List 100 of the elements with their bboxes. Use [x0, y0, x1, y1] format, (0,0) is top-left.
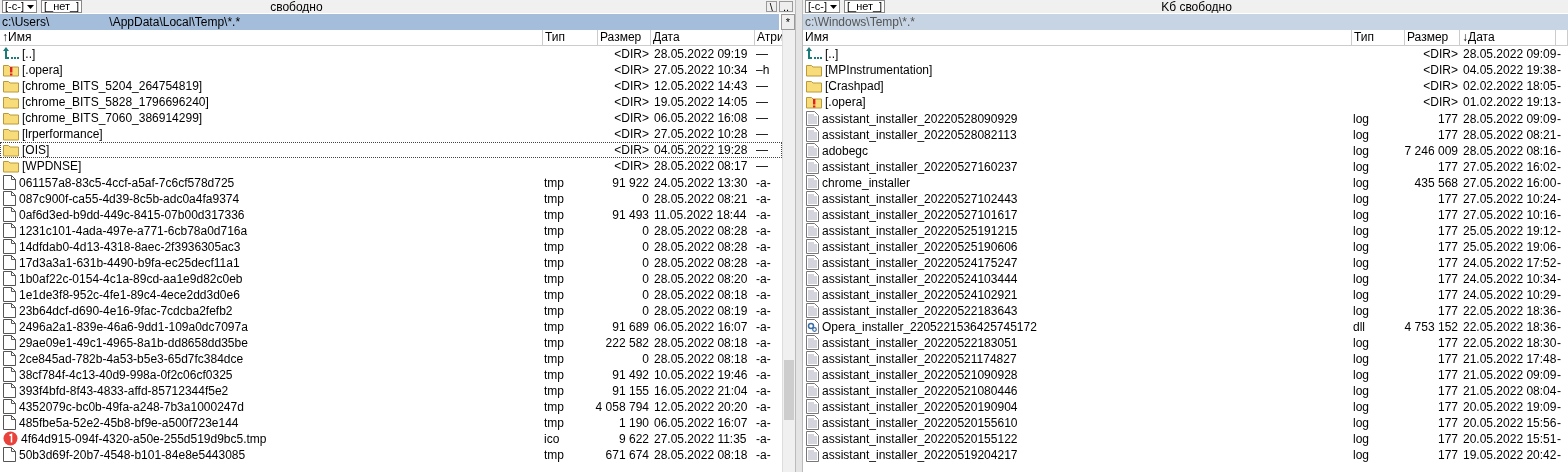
- file-row[interactable]: assistant_installer_20220527102443 log 177 27.05.2022 10:24-: [803, 190, 1568, 206]
- file-row[interactable]: 38cf784f-4c13-40d9-998a-0f2c06cf0325 tmp 91 492 10.05.2022 19:46 -a-: [0, 366, 782, 382]
- file-type: log: [1353, 191, 1369, 206]
- file-attributes: -a-: [756, 175, 771, 190]
- file-row[interactable]: [OIS] <DIR> 04.05.2022 19:28 —: [0, 142, 782, 158]
- toolbar-button[interactable]: \: [765, 1, 777, 12]
- file-date: 28.05.2022 08:18: [654, 447, 748, 462]
- file-attributes: -a-: [756, 191, 771, 206]
- file-row[interactable]: chrome_installer log 435 568 27.05.2022 16:00-: [803, 174, 1568, 190]
- column-header[interactable]: Имя: [803, 30, 1352, 45]
- file-row[interactable]: 2496a2a1-839e-46a6-9dd1-109a0dc7097a tmp 91 689 06.05.2022 16:07 -a-: [0, 318, 782, 334]
- column-header[interactable]: Дата: [651, 30, 755, 45]
- file-attributes: -: [1557, 447, 1561, 462]
- file-row[interactable]: [.opera] <DIR> 01.02.2022 19:13-: [803, 94, 1568, 110]
- file-name: assistant_installer_20220528090929: [822, 111, 1018, 126]
- toolbar-button[interactable]: ..: [778, 1, 793, 12]
- file-row[interactable]: 485fbe5a-52e2-45b8-bf9e-a500f723e144 tmp 1 190 06.05.2022 16:07 -a-: [0, 414, 782, 430]
- file-row[interactable]: assistant_installer_20220522183051 log 177 22.05.2022 18:30-: [803, 334, 1568, 350]
- file-row[interactable]: 393f4bfd-8f43-4833-affd-85712344f5e2 tmp 91 155 16.05.2022 21:04 -a-: [0, 382, 782, 398]
- file-row[interactable]: assistant_installer_20220521174827 log 177 21.05.2022 17:48-: [803, 350, 1568, 366]
- drive-dropdown[interactable]: [-c-]: [2, 0, 37, 13]
- file-row[interactable]: [..] <DIR> 28.05.2022 09:19 —: [0, 46, 782, 62]
- file-name: assistant_installer_20220519204217: [822, 447, 1018, 462]
- file-name: 1e1de3f8-952c-4fe1-89c4-4ece2dd3d0e6: [19, 287, 240, 302]
- file-row[interactable]: [WPDNSE] <DIR> 28.05.2022 08:17 —: [0, 158, 782, 174]
- file-row[interactable]: [.opera] <DIR> 27.05.2022 10:34 –h: [0, 62, 782, 78]
- file-row[interactable]: [MPInstrumentation] <DIR> 04.05.2022 19:38-: [803, 62, 1568, 78]
- text-file-icon: [806, 431, 819, 446]
- file-icon: [3, 399, 16, 414]
- file-row[interactable]: 14dfdab0-4d13-4318-8aec-2f3936305ac3 tmp 0 28.05.2022 08:28 -a-: [0, 238, 782, 254]
- caret-icon: [26, 4, 34, 9]
- file-row[interactable]: assistant_installer_20220520155122 log 177 20.05.2022 15:51-: [803, 430, 1568, 446]
- column-header[interactable]: ↓Дата: [1460, 30, 1556, 45]
- file-row[interactable]: assistant_installer_20220520155610 log 177 20.05.2022 15:56-: [803, 414, 1568, 430]
- file-row[interactable]: 087c900f-ca55-4d39-8c5b-adc0a4fa9374 tmp 0 28.05.2022 08:21 -a-: [0, 190, 782, 206]
- file-row[interactable]: 2ce845ad-782b-4a53-b5e3-65d7fc384dce tmp 0 28.05.2022 08:18 -a-: [0, 350, 782, 366]
- file-row[interactable]: assistant_installer_20220527101617 log 177 27.05.2022 10:16-: [803, 206, 1568, 222]
- file-attributes: -: [1557, 159, 1561, 174]
- file-row[interactable]: 29ae09e1-49c1-4965-8a1b-dd8658dd35be tmp 222 582 28.05.2022 08:18 -a-: [0, 334, 782, 350]
- file-row[interactable]: 1231c101-4ada-497e-a771-6cb78a0d716a tmp 0 28.05.2022 08:28 -a-: [0, 222, 782, 238]
- file-date: 27.05.2022 10:34: [654, 63, 748, 77]
- file-row[interactable]: 1e1de3f8-952c-4fe1-89c4-4ece2dd3d0e6 tmp 0 28.05.2022 08:18 -a-: [0, 286, 782, 302]
- file-row[interactable]: assistant_installer_20220524102921 log 177 24.05.2022 10:29-: [803, 286, 1568, 302]
- panel-splitter[interactable]: [795, 0, 803, 472]
- file-row[interactable]: [..] <DIR> 28.05.2022 09:09-: [803, 46, 1568, 62]
- drive-dropdown[interactable]: [-c-]: [805, 0, 840, 13]
- file-row[interactable]: Opera_installer_2205221536425745172 dll 4 753 152 22.05.2022 18:36-: [803, 318, 1568, 334]
- file-row[interactable]: 4f64d915-094f-4320-a50e-255d519d9bc5.tmp ico 9 622 27.05.2022 11:35 -a-: [0, 430, 782, 446]
- file-row[interactable]: 17d3a3a1-631b-4490-b9fa-ec25decf11a1 tmp 0 28.05.2022 08:28 -a-: [0, 254, 782, 270]
- filter-button[interactable]: *: [781, 14, 795, 30]
- file-row[interactable]: assistant_installer_20220521080446 log 177 21.05.2022 08:04-: [803, 382, 1568, 398]
- file-row[interactable]: assistant_installer_20220525190606 log 177 25.05.2022 19:06-: [803, 238, 1568, 254]
- file-row[interactable]: assistant_installer_20220521090928 log 177 21.05.2022 09:09-: [803, 366, 1568, 382]
- file-date: 21.05.2022 17:48: [1463, 351, 1557, 366]
- file-row[interactable]: assistant_installer_20220522183643 log 177 22.05.2022 18:36-: [803, 302, 1568, 318]
- file-attributes: -a-: [756, 447, 771, 462]
- file-attributes: —: [756, 95, 768, 109]
- file-type: tmp: [544, 191, 564, 206]
- file-icon: [3, 255, 16, 270]
- file-type: log: [1353, 143, 1369, 158]
- file-size: <DIR>: [1423, 79, 1458, 93]
- column-header[interactable]: Тип: [543, 30, 598, 45]
- file-row[interactable]: [Crashpad] <DIR> 02.02.2022 18:05-: [803, 78, 1568, 94]
- file-date: 19.05.2022 20:42: [1463, 447, 1557, 462]
- text-file-icon: [806, 399, 819, 414]
- file-row[interactable]: assistant_installer_20220524175247 log 177 24.05.2022 17:52-: [803, 254, 1568, 270]
- file-row[interactable]: 061157a8-83c5-4ccf-a5af-7c6cf578d725 tmp 91 922 24.05.2022 13:30 -a-: [0, 174, 782, 190]
- file-size: 177: [1437, 287, 1458, 302]
- file-row[interactable]: assistant_installer_20220525191215 log 177 25.05.2022 19:12-: [803, 222, 1568, 238]
- file-name: [..]: [825, 47, 839, 61]
- file-row[interactable]: adobegc log 7 246 009 28.05.2022 08:16-: [803, 142, 1568, 158]
- file-row[interactable]: assistant_installer_20220528082113 log 177 28.05.2022 08:21-: [803, 126, 1568, 142]
- file-row[interactable]: assistant_installer_20220524103444 log 177 24.05.2022 10:34-: [803, 270, 1568, 286]
- file-row[interactable]: assistant_installer_20220528090929 log 177 28.05.2022 09:09-: [803, 110, 1568, 126]
- file-row[interactable]: 23b64dcf-d690-4e16-9fac-7cdcba2fefb2 tmp 0 28.05.2022 08:19 -a-: [0, 302, 782, 318]
- column-header[interactable]: Размер: [598, 30, 651, 45]
- file-name: [lrperformance]: [22, 127, 103, 141]
- file-row[interactable]: 0af6d3ed-b9dd-449c-8415-07b00d317336 tmp 91 493 11.05.2022 18:44 -a-: [0, 206, 782, 222]
- file-row[interactable]: [lrperformance] <DIR> 27.05.2022 10:28 —: [0, 126, 782, 142]
- column-header[interactable]: Размер: [1405, 30, 1460, 45]
- file-row[interactable]: assistant_installer_20220527160237 log 177 27.05.2022 16:02-: [803, 158, 1568, 174]
- file-row[interactable]: 50b3d69f-20b7-4548-b101-84e8e5443085 tmp 671 674 28.05.2022 08:18 -a-: [0, 446, 782, 462]
- file-row[interactable]: 1b0af22c-0154-4c1a-89cd-aa1e9d82c0eb tmp 0 28.05.2022 08:20 -a-: [0, 270, 782, 286]
- file-row[interactable]: assistant_installer_20220519204217 log 177 19.05.2022 20:42-: [803, 446, 1568, 462]
- column-header[interactable]: ↑Имя: [0, 30, 543, 45]
- file-row[interactable]: 4352079c-bc0b-49fa-a248-7b3a1000247d tmp 4 058 794 12.05.2022 20:20 -a-: [0, 398, 782, 414]
- file-row[interactable]: [chrome_BITS_5204_264754819] <DIR> 12.05.2022 14:43 —: [0, 78, 782, 94]
- file-name: [Crashpad]: [825, 79, 884, 93]
- file-row[interactable]: [chrome_BITS_7060_386914299] <DIR> 06.05.2022 16:08 —: [0, 110, 782, 126]
- file-date: 28.05.2022 09:09: [1463, 111, 1557, 126]
- column-header[interactable]: Тип: [1352, 30, 1405, 45]
- file-name: 2496a2a1-839e-46a6-9dd1-109a0dc7097a: [19, 319, 248, 334]
- scrollbar[interactable]: [782, 30, 795, 472]
- file-attributes: —: [756, 159, 768, 173]
- file-row[interactable]: [chrome_BITS_5828_1796696240] <DIR> 19.05.2022 14:05 —: [0, 94, 782, 110]
- file-size: 177: [1437, 159, 1458, 174]
- file-row[interactable]: assistant_installer_20220520190904 log 177 20.05.2022 19:09-: [803, 398, 1568, 414]
- file-icon: [3, 415, 16, 430]
- file-icon: [3, 175, 16, 190]
- file-name: assistant_installer_20220522183051: [822, 335, 1018, 350]
